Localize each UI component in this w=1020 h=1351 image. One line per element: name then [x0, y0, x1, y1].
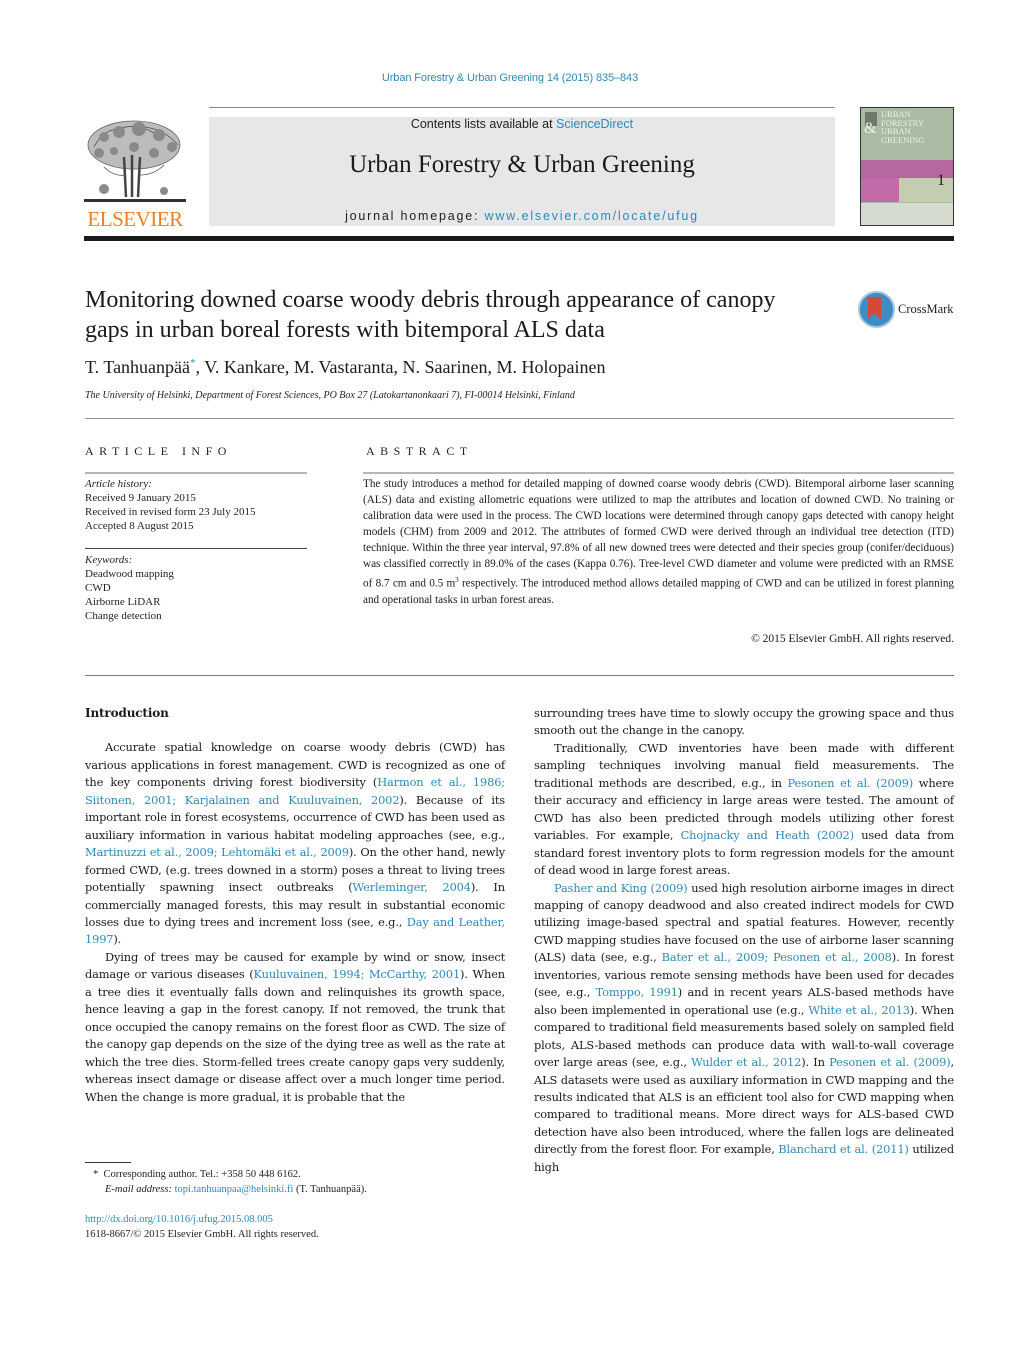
journal-banner: Contents lists available at ScienceDirec… — [209, 117, 835, 226]
body-divider — [85, 675, 954, 676]
body-paragraph: surrounding trees have time to slowly oc… — [534, 705, 954, 740]
keywords-divider — [85, 548, 307, 549]
homepage-line: journal homepage: www.elsevier.com/locat… — [209, 209, 835, 223]
citation-link[interactable]: Pesonen et al. (2009) — [829, 1055, 951, 1069]
left-paragraphs: Accurate spatial knowledge on coarse woo… — [85, 739, 505, 1106]
article-history: Article history: Received 9 January 2015… — [85, 477, 255, 533]
body-paragraph: Accurate spatial knowledge on coarse woo… — [85, 739, 505, 948]
issn-copyright: 1618-8667/© 2015 Elsevier GmbH. All righ… — [85, 1229, 319, 1240]
abstract-rule — [363, 472, 954, 474]
elsevier-wordmark: ELSEVIER — [87, 207, 183, 231]
keywords: Keywords: Deadwood mapping CWD Airborne … — [85, 553, 174, 623]
homepage-link[interactable]: www.elsevier.com/locate/ufug — [485, 209, 699, 223]
corresponding-author-footnote: * Corresponding author. Tel.: +358 50 44… — [93, 1167, 367, 1197]
citation-link[interactable]: Pasher and King (2009) — [554, 881, 688, 895]
cover-ampersand: & — [864, 120, 877, 137]
elsevier-tree-icon — [84, 120, 186, 202]
cover-issue-number: 1 — [937, 172, 945, 189]
author-name[interactable]: T. Tanhuanpää — [85, 357, 190, 377]
sciencedirect-link[interactable]: ScienceDirect — [556, 117, 633, 131]
email-suffix: (T. Tanhuanpää). — [293, 1184, 367, 1195]
contents-line: Contents lists available at ScienceDirec… — [209, 117, 835, 131]
journal-reference[interactable]: Urban Forestry & Urban Greening 14 (2015… — [0, 72, 1020, 84]
body-column-left: Introduction Accurate spatial knowledge … — [85, 705, 505, 1106]
contents-prefix: Contents lists available at — [410, 117, 557, 131]
paper-title: Monitoring downed coarse woody debris th… — [85, 287, 776, 343]
article-info-heading: ARTICLE INFO — [85, 444, 232, 458]
affiliation-divider — [85, 418, 954, 419]
crossmark-ribbon-notch — [868, 313, 880, 319]
cover-image-band — [861, 178, 899, 202]
citation-link[interactable]: Chojnacky and Heath (2002) — [681, 828, 855, 842]
keyword-item: CWD — [85, 582, 111, 594]
paragraph-text: surrounding trees have time to slowly oc… — [534, 706, 954, 738]
elsevier-logo[interactable]: ELSEVIER — [84, 117, 186, 231]
crossmark-badge[interactable]: CrossMark — [858, 291, 958, 331]
article-info-rule — [85, 472, 307, 474]
citation-link[interactable]: Blanchard et al. (2011) — [778, 1142, 909, 1156]
citation-link[interactable]: Kuuluvainen, 1994; McCarthy, 2001 — [254, 967, 461, 981]
header-top-rule — [209, 107, 835, 108]
homepage-prefix: journal homepage: — [345, 209, 485, 223]
citation-link[interactable]: Wulder et al., 2012 — [691, 1055, 801, 1069]
keyword-item: Airborne LiDAR — [85, 596, 161, 608]
journal-title: Urban Forestry & Urban Greening — [349, 151, 695, 178]
cover-footer — [861, 203, 953, 225]
history-revised: Received in revised form 23 July 2015 — [85, 506, 256, 518]
citation-link[interactable]: Tomppo, 1991 — [596, 985, 678, 999]
keyword-item: Deadwood mapping — [85, 568, 174, 580]
cover-image-band — [899, 178, 953, 202]
crossmark-label: CrossMark — [898, 302, 954, 316]
affiliation: The University of Helsinki, Department o… — [85, 390, 575, 401]
keywords-label: Keywords: — [85, 554, 133, 566]
footnote-rule — [85, 1162, 131, 1163]
cover-title: URBAN FORESTRY URBAN GREENING — [881, 109, 925, 145]
citation-link[interactable]: White et al., 2013 — [808, 1003, 910, 1017]
footnote-star: * — [93, 1169, 99, 1180]
citation-link[interactable]: Martinuzzi et al., 2009; Lehtomäki et al… — [85, 845, 349, 859]
doi-link[interactable]: http://dx.doi.org/10.1016/j.ufug.2015.08… — [85, 1214, 273, 1225]
history-received: Received 9 January 2015 — [85, 492, 196, 504]
citation-link[interactable]: Bater et al., 2009; Pesonen et al., 2008 — [662, 950, 892, 964]
footnote-corresponding: Corresponding author. Tel.: +358 50 448 … — [103, 1169, 301, 1180]
author-names-rest[interactable]: , V. Kankare, M. Vastaranta, N. Saarinen… — [196, 357, 606, 377]
abstract-heading: ABSTRACT — [366, 444, 473, 458]
article-history-label: Article history: — [85, 478, 152, 490]
paragraph-text: ). — [113, 932, 122, 947]
paragraph-text: ). When a tree dies it eventually falls … — [85, 967, 505, 1104]
email-label: E-mail address: — [105, 1184, 172, 1195]
body-column-right: surrounding trees have time to slowly oc… — [534, 705, 954, 1176]
keyword-item: Change detection — [85, 610, 162, 622]
email-link[interactable]: topi.tanhuanpaa@helsinki.fi — [175, 1184, 294, 1195]
abstract-text: The study introduces a method for detail… — [363, 476, 954, 608]
citation-link[interactable]: Werleminger, 2004 — [353, 880, 472, 894]
paragraph-text: ). In — [801, 1055, 830, 1070]
author-list: T. Tanhuanpää*, V. Kankare, M. Vastarant… — [85, 357, 605, 378]
section-heading-introduction: Introduction — [85, 706, 169, 720]
citation-link[interactable]: Pesonen et al. (2009) — [788, 776, 914, 790]
abstract-copyright: © 2015 Elsevier GmbH. All rights reserve… — [751, 633, 954, 645]
abstract-text-part: The study introduces a method for detail… — [363, 478, 954, 590]
doi-block: http://dx.doi.org/10.1016/j.ufug.2015.08… — [85, 1212, 319, 1242]
body-paragraph: Pasher and King (2009) used high resolut… — [534, 880, 954, 1177]
history-accepted: Accepted 8 August 2015 — [85, 520, 194, 532]
right-paragraphs: surrounding trees have time to slowly oc… — [534, 705, 954, 1176]
header-thick-rule — [84, 236, 954, 241]
body-paragraph: Dying of trees may be caused for example… — [85, 949, 505, 1106]
journal-cover-thumbnail[interactable]: URBAN FORESTRY URBAN GREENING & 1 — [860, 107, 954, 226]
body-paragraph: Traditionally, CWD inventories have been… — [534, 740, 954, 880]
